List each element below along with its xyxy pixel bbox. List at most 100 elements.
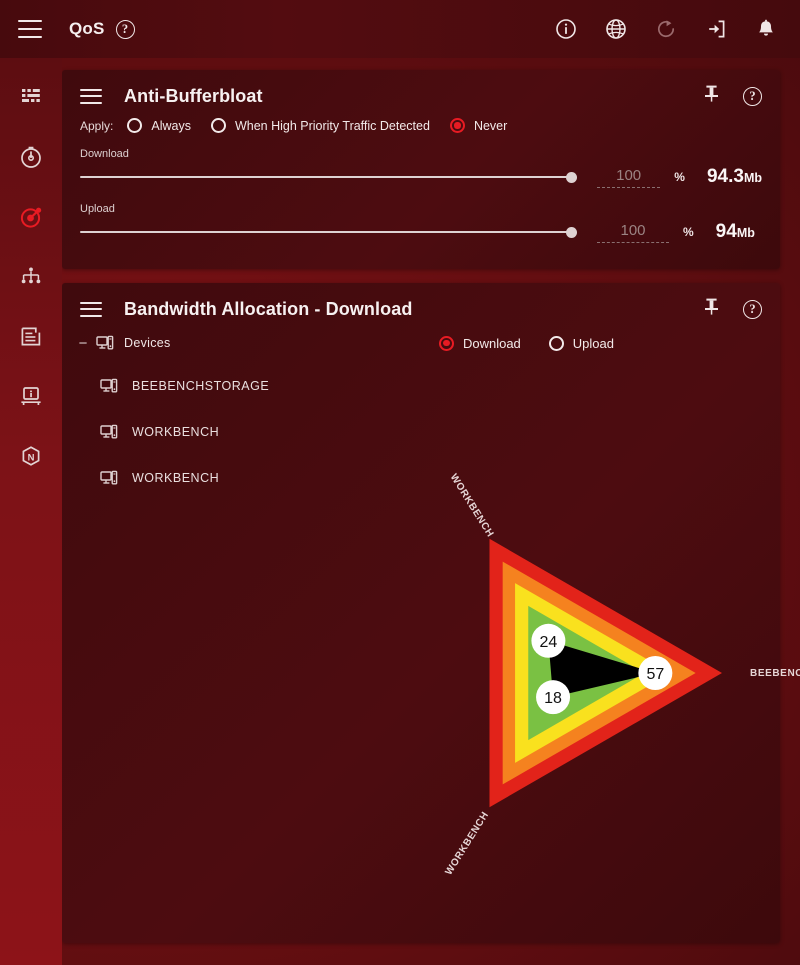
radio-dot — [449, 118, 465, 133]
radar-value-label: 57 — [646, 666, 664, 683]
upload-percent-sign: % — [683, 225, 694, 239]
radar-axis-label-2: WORKBENCH — [443, 810, 491, 877]
radio-direction-upload[interactable]: Upload — [548, 335, 614, 351]
sidebar-item-logs[interactable] — [14, 320, 48, 354]
panel-help-button[interactable]: ? — [743, 86, 762, 106]
radio-label: Upload — [572, 335, 614, 351]
upload-slider-block: Upload 100 % 94Mb — [62, 203, 780, 269]
upload-rate-unit: Mb — [736, 226, 755, 240]
panel-help-button[interactable]: ? — [743, 299, 762, 319]
download-caption: Download — [80, 148, 129, 160]
radar-axis-label-1: WORKBENCH — [448, 472, 496, 539]
device-name: BEEBENCHSTORAGE — [132, 379, 270, 393]
radio-dot — [548, 335, 564, 351]
tree-collapse-toggle[interactable]: − — [76, 336, 90, 351]
refresh-icon[interactable] — [654, 17, 678, 41]
page-help-button[interactable]: ? — [115, 19, 135, 39]
radio-label: When High Priority Traffic Detected — [234, 118, 430, 133]
nexus-n-icon: N — [22, 446, 40, 466]
direction-radio-group: Download Upload — [438, 335, 614, 351]
pin-icon[interactable] — [703, 297, 720, 321]
info-icon[interactable] — [554, 17, 578, 41]
slider-knob[interactable] — [566, 171, 577, 183]
panel-header-icons: ? — [703, 297, 762, 321]
radio-label: Never — [473, 118, 508, 133]
download-slider-row: 100 % 94.3Mb — [80, 166, 762, 188]
slider-track — [80, 176, 575, 178]
page-title: QoS — [69, 19, 105, 38]
device-name: WORKBENCH — [132, 425, 220, 439]
panel-menu-icon[interactable] — [80, 301, 102, 317]
sidebar-item-topology[interactable] — [14, 260, 48, 294]
device-name: WORKBENCH — [132, 471, 220, 485]
main-menu-icon[interactable] — [18, 20, 42, 38]
sidebar-item-nexus[interactable]: N — [14, 440, 48, 474]
app-root: QoS ? N Anti-Bufferbloat ? Apply: Always… — [0, 0, 800, 965]
upload-caption: Upload — [80, 203, 115, 215]
slider-knob[interactable] — [566, 226, 577, 238]
list-log-icon — [21, 327, 41, 346]
radar-value-label: 18 — [544, 690, 562, 707]
radio-dot — [127, 118, 143, 133]
radio-apply-high-priority[interactable]: When High Priority Traffic Detected — [210, 118, 430, 133]
upload-slider[interactable] — [80, 225, 577, 239]
dashboard-icon — [22, 89, 40, 102]
download-rate-unit: Mb — [743, 171, 762, 185]
sidebar-item-dashboard[interactable] — [14, 80, 48, 114]
apply-mode-radio-group: Apply: Always When High Priority Traffic… — [62, 118, 780, 133]
sidebar-item-speed[interactable] — [14, 140, 48, 174]
panel-title-anti-bufferbloat: Anti-Bufferbloat — [124, 85, 263, 106]
qos-target-icon — [20, 207, 42, 228]
radio-dot — [210, 118, 226, 133]
upload-slider-row: 100 % 94Mb — [80, 221, 762, 243]
panel-header-anti-bufferbloat: Anti-Bufferbloat ? — [62, 70, 780, 118]
radar-value-label: 24 — [540, 634, 558, 651]
panel-anti-bufferbloat: Anti-Bufferbloat ? Apply: Always When Hi… — [62, 70, 780, 269]
download-percent-input[interactable]: 100 — [597, 167, 661, 188]
download-percent-sign: % — [674, 170, 685, 184]
topbar-tool-icons — [554, 17, 778, 41]
list-item[interactable]: BEEBENCHSTORAGE — [100, 363, 780, 409]
sidebar: N — [0, 58, 62, 965]
computer-icon — [100, 378, 118, 394]
download-rate: 94.3Mb — [707, 166, 762, 188]
upload-rate-value: 94 — [715, 221, 737, 242]
bandwidth-radar-chart: BEEBENCHST WORKBENCH WORKBENCH 57 24 18 — [392, 438, 800, 908]
content-area: Anti-Bufferbloat ? Apply: Always When Hi… — [62, 58, 800, 965]
monitor-info-icon — [21, 387, 41, 405]
speedometer-icon — [21, 146, 41, 168]
globe-icon[interactable] — [604, 17, 628, 41]
computer-icon — [96, 335, 114, 351]
computer-icon — [100, 424, 118, 440]
tree-root-label: Devices — [124, 336, 171, 350]
download-rate-value: 94.3 — [706, 166, 744, 187]
panel-menu-icon[interactable] — [80, 88, 102, 104]
upload-percent-input[interactable]: 100 — [597, 222, 669, 243]
logout-icon[interactable] — [704, 17, 728, 41]
network-tree-icon — [21, 267, 41, 284]
download-slider-block: Download 100 % 94.3Mb — [62, 148, 780, 188]
radio-apply-always[interactable]: Always — [127, 118, 191, 133]
slider-track — [80, 231, 575, 233]
help-circle-icon: ? — [743, 299, 762, 319]
sidebar-item-monitor[interactable] — [14, 380, 48, 414]
panel-title-bandwidth: Bandwidth Allocation - Download — [124, 298, 413, 319]
download-slider[interactable] — [80, 170, 577, 184]
radio-direction-download[interactable]: Download — [438, 335, 521, 351]
pin-icon[interactable] — [703, 84, 720, 108]
panel-header-icons: ? — [703, 84, 762, 108]
top-bar: QoS ? — [0, 0, 800, 58]
bell-icon[interactable] — [754, 17, 778, 41]
apply-label: Apply: — [80, 118, 114, 133]
tree-root-devices[interactable]: − Devices — [76, 335, 171, 351]
radar-axis-label-0: BEEBENCHST — [750, 668, 800, 679]
radio-label: Always — [151, 118, 191, 133]
radio-apply-never[interactable]: Never — [449, 118, 508, 133]
panel-header-bandwidth: Bandwidth Allocation - Download ? — [62, 283, 780, 331]
bandwidth-controls-row: − Devices Download Upload — [62, 331, 780, 351]
radio-label: Download — [462, 335, 521, 351]
sidebar-item-qos[interactable] — [14, 200, 48, 234]
svg-text:N: N — [28, 452, 35, 463]
panel-bandwidth-allocation: Bandwidth Allocation - Download ? − Devi… — [62, 283, 800, 943]
help-circle-icon: ? — [743, 86, 762, 106]
